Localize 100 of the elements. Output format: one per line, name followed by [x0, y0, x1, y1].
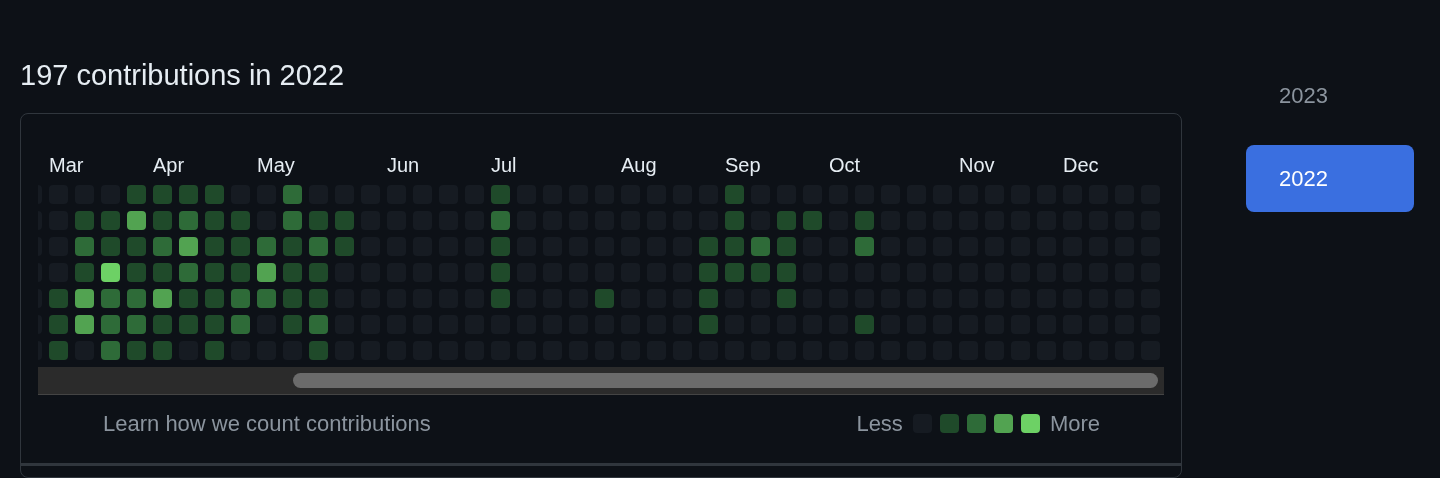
contribution-cell[interactable] — [777, 289, 796, 308]
contribution-cell[interactable] — [335, 211, 354, 230]
contribution-cell[interactable] — [179, 185, 198, 204]
contribution-cell[interactable] — [75, 211, 94, 230]
contribution-cell[interactable] — [205, 341, 224, 360]
contribution-cell[interactable] — [751, 237, 770, 256]
contribution-cell[interactable] — [127, 341, 146, 360]
contribution-cell[interactable] — [231, 263, 250, 282]
contribution-cell[interactable] — [75, 237, 94, 256]
contribution-cell[interactable] — [179, 315, 198, 334]
contribution-cell[interactable] — [153, 185, 172, 204]
contribution-cell[interactable] — [75, 289, 94, 308]
contribution-cell[interactable] — [205, 289, 224, 308]
learn-link[interactable]: Learn how we count contributions — [103, 406, 431, 440]
contribution-cell[interactable] — [309, 237, 328, 256]
contribution-cell[interactable] — [699, 289, 718, 308]
contribution-cell[interactable] — [231, 237, 250, 256]
contribution-cell[interactable] — [751, 263, 770, 282]
contribution-cell[interactable] — [49, 341, 68, 360]
contribution-cell[interactable] — [153, 315, 172, 334]
contribution-cell[interactable] — [283, 237, 302, 256]
contribution-cell[interactable] — [179, 237, 198, 256]
contribution-cell[interactable] — [725, 185, 744, 204]
contribution-cell[interactable] — [855, 211, 874, 230]
scrollbar-thumb[interactable] — [293, 373, 1158, 388]
contribution-cell[interactable] — [309, 263, 328, 282]
contribution-cell[interactable] — [491, 185, 510, 204]
contribution-cell[interactable] — [335, 237, 354, 256]
month-label: Sep — [725, 153, 761, 178]
month-label: Dec — [1063, 153, 1099, 178]
contribution-cell[interactable] — [153, 289, 172, 308]
contribution-cell[interactable] — [777, 237, 796, 256]
contribution-cell[interactable] — [153, 341, 172, 360]
contribution-cell[interactable] — [101, 315, 120, 334]
contribution-cell[interactable] — [153, 237, 172, 256]
contributions-heading: 197 contributions in 2022 — [20, 58, 346, 93]
contribution-cell[interactable] — [855, 315, 874, 334]
contribution-cell[interactable] — [49, 315, 68, 334]
contribution-cell[interactable] — [231, 289, 250, 308]
contribution-cell[interactable] — [179, 289, 198, 308]
contribution-cell[interactable] — [153, 211, 172, 230]
contribution-cell[interactable] — [179, 263, 198, 282]
contribution-cell[interactable] — [153, 263, 172, 282]
contribution-cell[interactable] — [127, 263, 146, 282]
contribution-cell[interactable] — [283, 289, 302, 308]
contribution-cell[interactable] — [231, 315, 250, 334]
contribution-cell[interactable] — [595, 289, 614, 308]
contribution-cell[interactable] — [283, 315, 302, 334]
contribution-cell[interactable] — [491, 289, 510, 308]
contribution-cell[interactable] — [101, 341, 120, 360]
contribution-cell[interactable] — [127, 289, 146, 308]
contribution-cell[interactable] — [205, 315, 224, 334]
contribution-cell[interactable] — [309, 289, 328, 308]
contribution-cell[interactable] — [127, 315, 146, 334]
contribution-cell[interactable] — [257, 237, 276, 256]
contribution-cell[interactable] — [725, 237, 744, 256]
month-label: Nov — [959, 153, 995, 178]
contribution-cell[interactable] — [49, 289, 68, 308]
contribution-cell[interactable] — [309, 211, 328, 230]
month-label: Mar — [49, 153, 84, 178]
contribution-cell[interactable] — [699, 237, 718, 256]
month-label: Oct — [829, 153, 861, 178]
contribution-cell[interactable] — [491, 263, 510, 282]
month-label: Jul — [491, 153, 517, 178]
month-label: May — [257, 153, 295, 178]
contribution-cell[interactable] — [283, 211, 302, 230]
contribution-cell[interactable] — [205, 185, 224, 204]
contribution-cell[interactable] — [491, 237, 510, 256]
contribution-cell[interactable] — [699, 263, 718, 282]
contribution-cell[interactable] — [127, 237, 146, 256]
contribution-cell[interactable] — [257, 289, 276, 308]
month-label: Jun — [387, 153, 420, 178]
contribution-cell[interactable] — [101, 211, 120, 230]
contribution-cell[interactable] — [803, 211, 822, 230]
contribution-cell[interactable] — [205, 211, 224, 230]
contribution-cell[interactable] — [777, 211, 796, 230]
contribution-cell[interactable] — [101, 237, 120, 256]
contribution-cell[interactable] — [257, 263, 276, 282]
contribution-cell[interactable] — [101, 289, 120, 308]
contribution-cell[interactable] — [75, 315, 94, 334]
contribution-cell[interactable] — [231, 211, 250, 230]
contribution-cell[interactable] — [777, 263, 796, 282]
contribution-cell[interactable] — [491, 211, 510, 230]
contribution-cell[interactable] — [205, 263, 224, 282]
contribution-cell[interactable] — [75, 263, 94, 282]
contribution-cell[interactable] — [127, 211, 146, 230]
contribution-cell[interactable] — [179, 211, 198, 230]
contribution-cell[interactable] — [283, 185, 302, 204]
contribution-cell[interactable] — [205, 237, 224, 256]
contribution-cell[interactable] — [101, 263, 120, 282]
contribution-cell[interactable] — [699, 315, 718, 334]
year-button[interactable]: 2023 — [1246, 62, 1414, 129]
contribution-cell[interactable] — [283, 263, 302, 282]
contribution-cell[interactable] — [855, 237, 874, 256]
contribution-cell[interactable] — [127, 185, 146, 204]
year-button[interactable]: 2022 — [1246, 145, 1414, 212]
contribution-cell[interactable] — [725, 211, 744, 230]
contribution-cell[interactable] — [309, 341, 328, 360]
contribution-cell[interactable] — [725, 263, 744, 282]
contribution-cell[interactable] — [309, 315, 328, 334]
